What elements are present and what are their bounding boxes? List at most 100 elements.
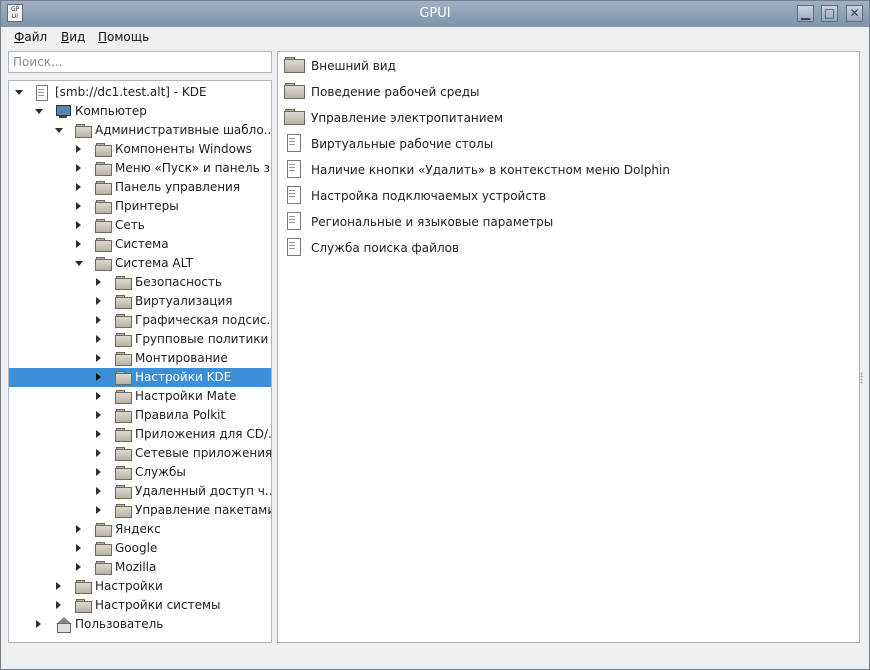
tree-row[interactable]: Пользователь	[9, 615, 271, 634]
folder-icon	[115, 370, 132, 385]
chevron-right-icon[interactable]	[76, 164, 81, 172]
folder-icon	[115, 503, 132, 518]
tree-row[interactable]: Настройки системы	[9, 596, 271, 615]
chevron-right-icon[interactable]	[76, 202, 81, 210]
tree-row-label: Монтирование	[135, 351, 228, 365]
tree-row-label: Удаленный доступ ч...	[135, 484, 272, 498]
content-list-item[interactable]: Управление электропитанием	[278, 105, 859, 131]
tree-row[interactable]: Mozilla	[9, 558, 271, 577]
tree-row[interactable]: Настройки	[9, 577, 271, 596]
chevron-down-icon[interactable]	[15, 90, 23, 95]
chevron-right-icon[interactable]	[96, 487, 101, 495]
search-input[interactable]	[8, 51, 272, 73]
chevron-down-icon[interactable]	[75, 261, 83, 266]
menu-view[interactable]: Вид	[61, 30, 85, 44]
tree-row[interactable]: Приложения для CD/...	[9, 425, 271, 444]
tree-row[interactable]: [smb://dc1.test.alt] - KDE	[9, 83, 271, 102]
content-list-item[interactable]: Настройка подключаемых устройств	[278, 183, 859, 209]
tree-row-label: Панель управления	[115, 180, 241, 194]
content-item-label: Управление электропитанием	[311, 111, 503, 125]
chevron-right-icon[interactable]	[96, 468, 101, 476]
chevron-right-icon[interactable]	[96, 278, 101, 286]
chevron-right-icon[interactable]	[76, 544, 81, 552]
chevron-right-icon[interactable]	[96, 316, 101, 324]
chevron-right-icon[interactable]	[76, 183, 81, 191]
tree-row[interactable]: Сетевые приложения	[9, 444, 271, 463]
chevron-right-icon[interactable]	[76, 145, 81, 153]
content-list-item[interactable]: Региональные и языковые параметры	[278, 209, 859, 235]
tree-row[interactable]: Безопасность	[9, 273, 271, 292]
folder-icon	[115, 351, 132, 366]
chevron-right-icon[interactable]	[96, 449, 101, 457]
tree-row[interactable]: Групповые политики	[9, 330, 271, 349]
chevron-right-icon[interactable]	[76, 563, 81, 571]
content-item-label: Настройка подключаемых устройств	[311, 189, 547, 203]
chevron-right-icon[interactable]	[76, 221, 81, 229]
folder-icon	[284, 108, 305, 125]
tree-row[interactable]: Виртуализация	[9, 292, 271, 311]
tree-row[interactable]: Компоненты Windows	[9, 140, 271, 159]
content-list-item[interactable]: Поведение рабочей среды	[278, 79, 859, 105]
computer-icon	[55, 104, 71, 118]
chevron-down-icon[interactable]	[35, 109, 43, 114]
tree-row-label: Групповые политики	[135, 332, 269, 346]
folder-icon	[115, 484, 132, 499]
menu-file[interactable]: Файл	[14, 30, 47, 44]
tree-row[interactable]: Принтеры	[9, 197, 271, 216]
chevron-right-icon[interactable]	[56, 582, 61, 590]
tree-row[interactable]: Сеть	[9, 216, 271, 235]
folder-icon	[95, 199, 112, 214]
chevron-right-icon[interactable]	[96, 430, 101, 438]
chevron-right-icon[interactable]	[36, 620, 41, 628]
chevron-right-icon[interactable]	[56, 601, 61, 609]
tree-row-label: Сеть	[115, 218, 145, 232]
content-item-label: Служба поиска файлов	[311, 241, 460, 255]
tree-row[interactable]: Удаленный доступ ч...	[9, 482, 271, 501]
folder-icon	[95, 560, 112, 575]
tree-row[interactable]: Яндекс	[9, 520, 271, 539]
chevron-right-icon[interactable]	[96, 335, 101, 343]
tree-row[interactable]: Управление пакетами	[9, 501, 271, 520]
chevron-right-icon[interactable]	[96, 392, 101, 400]
tree-row[interactable]: Графическая подсис...	[9, 311, 271, 330]
tree-row[interactable]: Настройки Mate	[9, 387, 271, 406]
tree-row[interactable]: Монтирование	[9, 349, 271, 368]
chevron-right-icon[interactable]	[96, 411, 101, 419]
menu-file-mnemonic: Ф	[14, 30, 25, 44]
tree-row[interactable]: Службы	[9, 463, 271, 482]
user-home-icon	[55, 617, 72, 633]
tree-row[interactable]: Система	[9, 235, 271, 254]
content-list-item[interactable]: Наличие кнопки «Удалить» в контекстном м…	[278, 157, 859, 183]
tree-row[interactable]: Настройки KDE	[9, 368, 271, 387]
content-list-item[interactable]: Виртуальные рабочие столы	[278, 131, 859, 157]
chevron-right-icon[interactable]	[96, 354, 101, 362]
splitter-grip[interactable]	[860, 372, 863, 384]
tree-row[interactable]: Панель управления	[9, 178, 271, 197]
tree-row[interactable]: Компьютер	[9, 102, 271, 121]
chevron-down-icon[interactable]	[55, 128, 63, 133]
chevron-right-icon[interactable]	[76, 240, 81, 248]
menu-help[interactable]: Помощь	[98, 30, 149, 44]
minimize-button[interactable]: ▁	[797, 5, 814, 22]
content-item-label: Внешний вид	[311, 59, 396, 73]
tree-row[interactable]: Меню «Пуск» и панель з...	[9, 159, 271, 178]
folder-icon	[75, 598, 92, 613]
chevron-right-icon[interactable]	[96, 297, 101, 305]
chevron-right-icon[interactable]	[96, 506, 101, 514]
title-bar[interactable]: GP UI GPUI ▁ □ ✕	[1, 1, 869, 27]
close-button[interactable]: ✕	[846, 5, 863, 22]
tree-row[interactable]: Система ALT	[9, 254, 271, 273]
content-list-item[interactable]: Служба поиска файлов	[278, 235, 859, 261]
policy-tree[interactable]: [smb://dc1.test.alt] - KDE Компьютер Админ…	[8, 80, 272, 643]
tree-row-label: Графическая подсис...	[135, 313, 272, 327]
tree-row-label: Настройки Mate	[135, 389, 237, 403]
folder-icon	[95, 256, 112, 271]
tree-row[interactable]: Правила Polkit	[9, 406, 271, 425]
content-list[interactable]: Внешний вид Поведение рабочей среды Управл…	[277, 51, 860, 643]
chevron-right-icon[interactable]	[76, 525, 81, 533]
content-list-item[interactable]: Внешний вид	[278, 53, 859, 79]
tree-row[interactable]: Google	[9, 539, 271, 558]
maximize-button[interactable]: □	[821, 5, 838, 22]
chevron-right-icon[interactable]	[96, 373, 101, 381]
tree-row[interactable]: Административные шабло...	[9, 121, 271, 140]
